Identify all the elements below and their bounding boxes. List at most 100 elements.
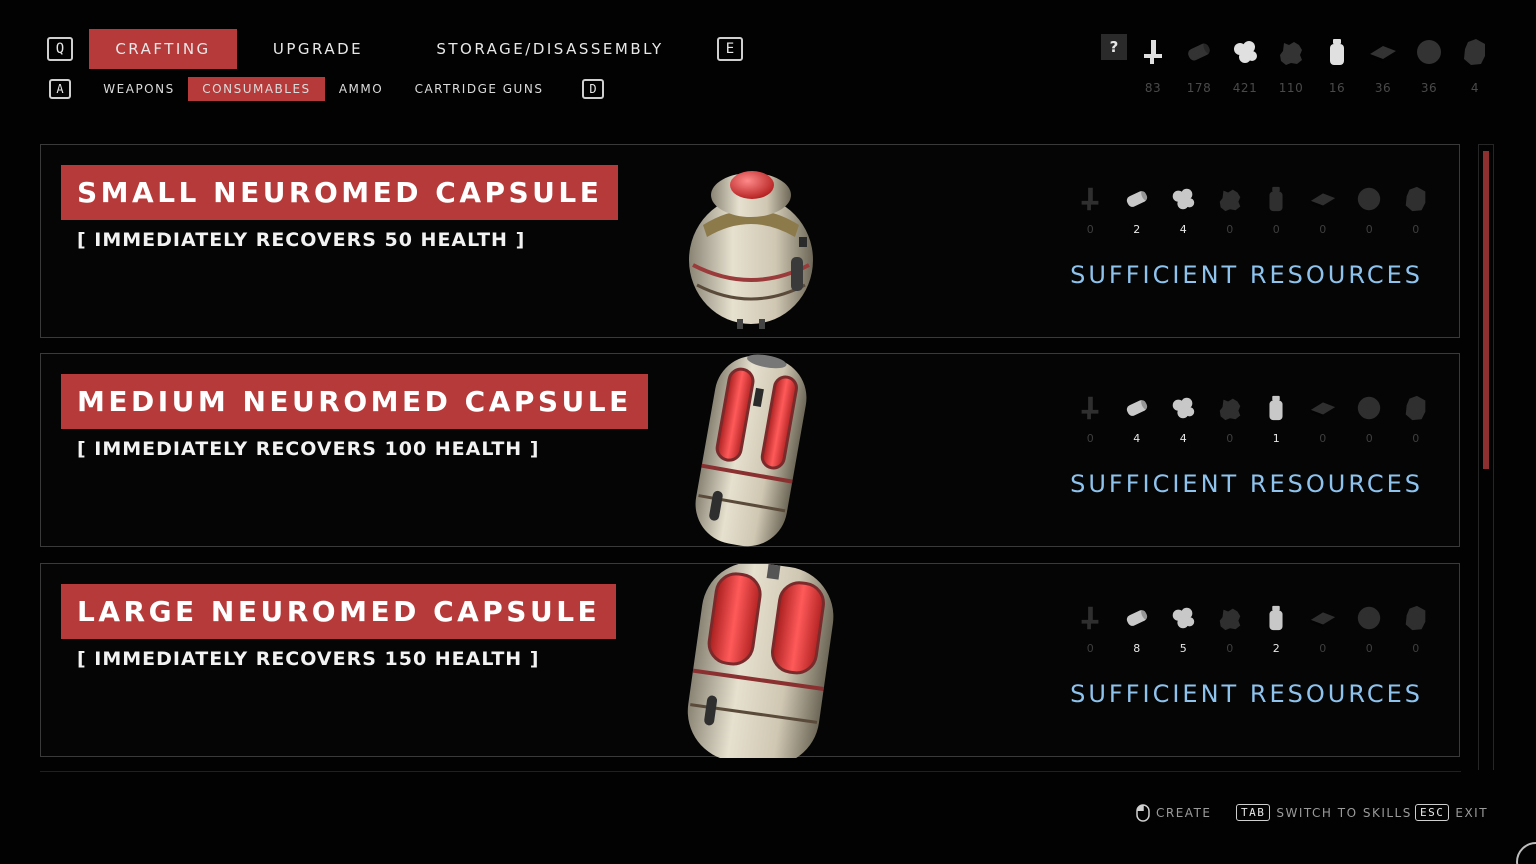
recipe-title: SMALL NEUROMED CAPSULE (61, 165, 619, 220)
cost-item: 0 (1071, 185, 1110, 236)
hint-exit-label: EXIT (1455, 805, 1489, 820)
recipe-row-large-neuromed[interactable]: LARGE NEUROMED CAPSULE [ IMMEDIATELY REC… (40, 563, 1460, 758)
cost-count: 2 (1133, 223, 1141, 236)
recipe-description: [ IMMEDIATELY RECOVERS 150 HEALTH ] (77, 648, 540, 670)
plate-icon (1309, 604, 1337, 632)
tab-crafting[interactable]: CRAFTING (89, 29, 237, 69)
resource-count: 4 (1470, 81, 1480, 95)
sphere-icon (1414, 37, 1444, 67)
key-prev-tab[interactable]: Q (47, 37, 73, 61)
scrollbar[interactable] (1478, 144, 1494, 770)
cost-item: 0 (1397, 394, 1436, 445)
cylinder-icon (1123, 604, 1151, 632)
cost-count: 0 (1412, 223, 1420, 236)
corner-ring-decoration (1516, 842, 1536, 864)
bottle-icon (1262, 394, 1290, 422)
cost-count: 5 (1179, 642, 1187, 655)
bolt-icon (1076, 394, 1104, 422)
cost-count: 0 (1086, 432, 1094, 445)
recipe-costs: 0 8 5 0 2 0 0 0 (1071, 604, 1435, 655)
recipe-title: MEDIUM NEUROMED CAPSULE (61, 374, 648, 429)
cost-count: 4 (1133, 432, 1141, 445)
tab-storage-disassembly[interactable]: STORAGE/DISASSEMBLY (420, 29, 680, 69)
cost-count: 0 (1272, 223, 1280, 236)
tab-upgrade[interactable]: UPGRADE (256, 29, 380, 69)
cost-count: 4 (1179, 223, 1187, 236)
cost-count: 0 (1365, 642, 1373, 655)
cost-item: 0 (1211, 394, 1250, 445)
cluster-icon (1169, 185, 1197, 213)
cost-count: 0 (1365, 223, 1373, 236)
resource-slot: 421 (1224, 31, 1266, 101)
cost-count: 0 (1319, 223, 1327, 236)
resource-count: 421 (1232, 81, 1258, 95)
resource-count: 36 (1374, 81, 1392, 95)
recipe-description: [ IMMEDIATELY RECOVERS 100 HEALTH ] (77, 438, 540, 460)
resource-count: 110 (1278, 81, 1304, 95)
key-prev-subtab[interactable]: A (49, 79, 71, 99)
cost-item: 0 (1071, 394, 1110, 445)
cost-item: 4 (1118, 394, 1157, 445)
hint-switch-label: SWITCH TO SKILLS (1276, 805, 1412, 820)
resource-status: SUFFICIENT RESOURCES (1070, 261, 1423, 289)
cost-item: 0 (1397, 185, 1436, 236)
cost-item: 0 (1304, 185, 1343, 236)
subtab-cartridge-guns[interactable]: CARTRIDGE GUNS (406, 77, 552, 101)
key-next-tab[interactable]: E (717, 37, 743, 61)
bolt-icon (1076, 604, 1104, 632)
medium-capsule-icon (695, 354, 807, 547)
cost-item: 0 (1397, 604, 1436, 655)
subtab-ammo[interactable]: AMMO (332, 77, 390, 101)
cost-count: 0 (1226, 642, 1234, 655)
bottle-icon (1262, 185, 1290, 213)
resource-slot: 178 (1178, 31, 1220, 101)
bottle-icon (1262, 604, 1290, 632)
hint-switch-to-skills[interactable]: TAB SWITCH TO SKILLS (1236, 804, 1412, 821)
resource-slot: 36 (1362, 31, 1404, 101)
crystal-icon (1402, 604, 1430, 632)
cluster-icon (1169, 604, 1197, 632)
recipe-row-small-neuromed[interactable]: SMALL NEUROMED CAPSULE [ IMMEDIATELY REC… (40, 144, 1460, 338)
cost-item: 0 (1257, 185, 1296, 236)
resource-slot: 36 (1408, 31, 1450, 101)
cost-item: 4 (1164, 185, 1203, 236)
cylinder-icon (1184, 37, 1214, 67)
recipe-row-medium-neuromed[interactable]: MEDIUM NEUROMED CAPSULE [ IMMEDIATELY RE… (40, 353, 1460, 547)
cost-count: 4 (1179, 432, 1187, 445)
cost-item: 0 (1211, 185, 1250, 236)
bolt-icon (1076, 185, 1104, 213)
help-button[interactable]: ? (1101, 34, 1127, 60)
cost-count: 0 (1086, 223, 1094, 236)
resource-status: SUFFICIENT RESOURCES (1070, 470, 1423, 498)
hint-create[interactable]: CREATE (1136, 804, 1212, 822)
cost-count: 0 (1365, 432, 1373, 445)
cost-item: 0 (1304, 604, 1343, 655)
hint-exit[interactable]: ESC EXIT (1415, 804, 1488, 821)
resource-slot: 110 (1270, 31, 1312, 101)
cost-count: 1 (1272, 432, 1280, 445)
small-capsule-icon (689, 171, 813, 329)
cost-item: 0 (1350, 394, 1389, 445)
subtab-weapons[interactable]: WEAPONS (92, 77, 186, 101)
cylinder-icon (1123, 185, 1151, 213)
cost-count: 0 (1319, 642, 1327, 655)
recipe-list: SMALL NEUROMED CAPSULE [ IMMEDIATELY REC… (40, 144, 1461, 772)
subtab-consumables[interactable]: CONSUMABLES (188, 77, 325, 101)
hint-create-label: CREATE (1156, 806, 1212, 820)
large-capsule-icon (687, 564, 834, 758)
recipe-description: [ IMMEDIATELY RECOVERS 50 HEALTH ] (77, 229, 526, 251)
cost-item: 0 (1350, 185, 1389, 236)
key-next-subtab[interactable]: D (582, 79, 604, 99)
cost-count: 0 (1412, 432, 1420, 445)
cost-item: 2 (1118, 185, 1157, 236)
gear-lump-icon (1216, 394, 1244, 422)
scrollbar-thumb[interactable] (1483, 151, 1489, 469)
resource-slot: 83 (1132, 31, 1174, 101)
cost-item: 0 (1304, 394, 1343, 445)
crystal-icon (1402, 185, 1430, 213)
cost-count: 0 (1226, 432, 1234, 445)
resource-inventory: 83 178 421 110 16 36 36 4 (1132, 31, 1496, 101)
resource-slot: 16 (1316, 31, 1358, 101)
cost-item: 0 (1350, 604, 1389, 655)
resource-count: 83 (1144, 81, 1162, 95)
